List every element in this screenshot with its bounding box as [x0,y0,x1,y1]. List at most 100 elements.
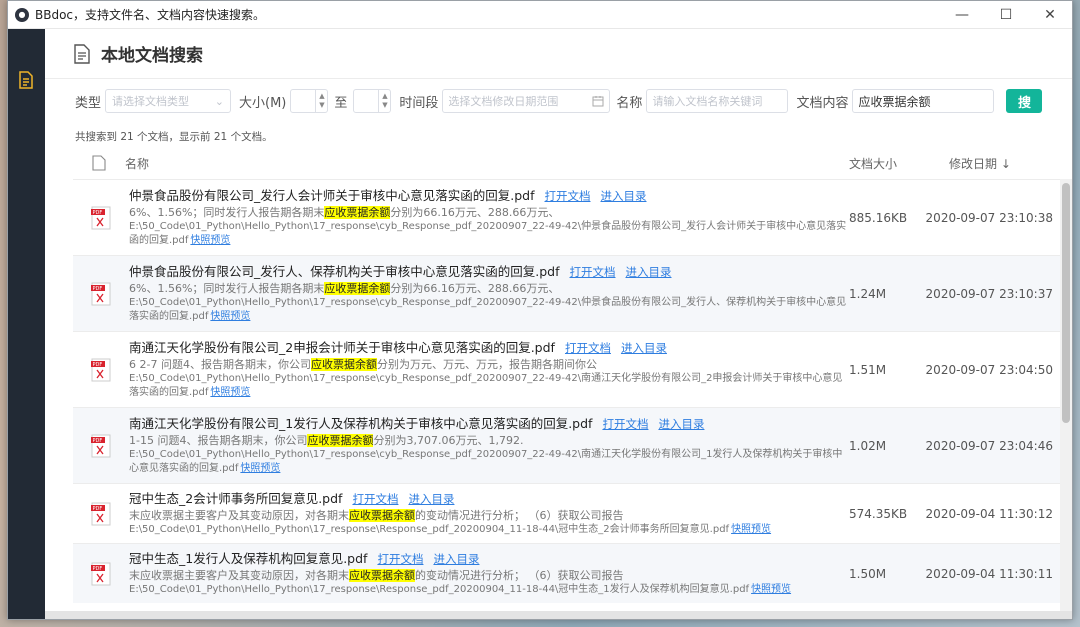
svg-text:PDF: PDF [93,362,103,368]
window-title: BBdoc，支持文件名、文档内容快速搜索。 [35,8,266,22]
snapshot-preview-link[interactable]: 快照预览 [210,311,250,322]
minimize-button[interactable]: — [940,1,984,29]
open-directory-link[interactable]: 进入目录 [433,552,479,566]
document-icon[interactable] [18,71,34,89]
svg-text:PDF: PDF [93,506,103,512]
modified-date: 2020-09-07 23:10:38 [925,210,1053,225]
date-range-input[interactable]: 选择文档修改日期范围 [442,89,611,113]
file-name: 仲景食品股份有限公司_发行人会计师关于审核中心意见落实函的回复.pdf [129,188,535,203]
snippet-highlight: 应收票据余额 [349,569,415,582]
app-logo-icon: ● [15,7,29,22]
size-min-stepper[interactable]: ▲ ▼ [290,89,329,113]
sidebar [8,29,45,619]
results-table: PDF 仲景食品股份有限公司_发行人会计师关于审核中心意见落实函的回复.pdf 打… [73,179,1061,603]
file-path: E:\50_Code\01_Python\Hello_Python\17_res… [129,584,750,595]
open-directory-link[interactable]: 进入目录 [621,341,667,355]
pdf-icon: PDF [91,206,111,229]
file-name: 冠中生态_2会计师事务所回复意见.pdf [129,491,343,506]
size-max-stepper[interactable]: ▲ ▼ [353,89,392,113]
content-search-input[interactable]: 应收票据余额 [852,89,995,113]
open-directory-link[interactable]: 进入目录 [408,492,454,506]
snippet-highlight: 应收票据余额 [307,434,374,447]
svg-text:PDF: PDF [93,286,103,292]
table-header: 名称 文档大小 修改日期 ↓ [73,147,1061,179]
snippet-highlight: 应收票据余额 [349,509,415,522]
snippet-suffix: 分别为66.16万元、288.66万元、 [390,282,560,295]
svg-text:PDF: PDF [93,210,103,216]
open-directory-link[interactable]: 进入目录 [626,265,672,279]
result-summary: 共搜索到 21 个文档，显示前 21 个文档。 [75,131,273,143]
snippet-suffix: 分别为66.16万元、288.66万元、 [390,206,560,219]
vertical-scrollbar[interactable] [1060,179,1072,619]
file-size: 1.24M [849,286,887,301]
file-name: 冠中生态_1发行人及保荐机构回复意见.pdf [129,551,368,566]
file-path: E:\50_Code\01_Python\Hello_Python\17_res… [129,221,847,246]
open-document-link[interactable]: 打开文档 [570,265,616,279]
snapshot-preview-link[interactable]: 快照预览 [731,524,771,535]
file-size: 574.35KB [849,506,908,521]
table-row: PDF 南通江天化学股份有限公司_2申报会计师关于审核中心意见落实函的回复.pd… [73,331,1061,407]
snapshot-preview-link[interactable]: 快照预览 [190,235,230,246]
col-name-header: 名称 [125,156,150,171]
snippet-highlight: 应收票据余额 [324,206,391,219]
snippet-suffix: 的变动情况进行分析； （6）获取公司报告 [415,509,624,522]
pdf-icon: PDF [91,562,111,585]
app-window: ● BBdoc，支持文件名、文档内容快速搜索。 — ☐ ✕ 本地文档搜索 类型 … [7,0,1073,620]
snippet-prefix: 6%、1.56%；同时发行人报告期各期末 [129,206,325,219]
open-document-link[interactable]: 打开文档 [602,417,648,431]
name-label: 名称 [616,95,643,111]
maximize-button[interactable]: ☐ [984,1,1028,29]
file-icon [74,43,90,64]
pdf-icon: PDF [91,358,111,381]
title-bar: ● BBdoc，支持文件名、文档内容快速搜索。 — ☐ ✕ [8,1,1072,29]
file-name: 南通江天化学股份有限公司_2申报会计师关于审核中心意见落实函的回复.pdf [129,340,555,355]
snippet-suffix: 分别为万元、万元、万元，报告期各期间你公 [376,358,597,371]
file-name: 南通江天化学股份有限公司_1发行人及保荐机构关于审核中心意见落实函的回复.pdf [129,416,593,431]
modified-date: 2020-09-04 11:30:12 [925,506,1053,521]
name-search-input[interactable]: 请输入文档名称关键词 [646,89,789,113]
modified-date: 2020-09-07 23:04:50 [925,362,1053,377]
table-row: PDF 仲景食品股份有限公司_发行人会计师关于审核中心意见落实函的回复.pdf 打… [73,179,1061,255]
file-size: 1.02M [849,438,887,453]
type-select[interactable]: 请选择文档类型 ⌄ [105,89,232,113]
period-label: 时间段 [399,95,439,111]
snippet-suffix: 的变动情况进行分析； （6）获取公司报告 [415,569,624,582]
open-document-link[interactable]: 打开文档 [545,189,591,203]
page-title: 本地文档搜索 [101,46,203,66]
snapshot-preview-link[interactable]: 快照预览 [751,584,791,595]
open-document-link[interactable]: 打开文档 [377,552,423,566]
table-row: PDF 南通江天化学股份有限公司_1发行人及保荐机构关于审核中心意见落实函的回复… [73,407,1061,483]
pdf-icon: PDF [91,502,111,525]
scrollbar-thumb[interactable] [1062,183,1070,423]
close-button[interactable]: ✕ [1028,1,1072,29]
content-label: 文档内容 [796,95,849,111]
svg-text:PDF: PDF [93,566,103,572]
snippet-prefix: 末应收票据主要客户及其变动原因，对各期末 [129,569,349,582]
table-row: PDF 仲景食品股份有限公司_发行人、保荐机构关于审核中心意见落实函的回复.pd… [73,255,1061,331]
search-button[interactable]: 搜 [1006,89,1043,113]
snapshot-preview-link[interactable]: 快照预览 [240,463,280,474]
file-type-icon [92,155,106,171]
file-path: E:\50_Code\01_Python\Hello_Python\17_res… [129,524,730,535]
stepper-arrows-icon[interactable]: ▲ ▼ [315,90,327,112]
snippet-prefix: 1-15 问题4、报告期各期末，你公司 [129,434,308,447]
stepper-arrows-icon[interactable]: ▲ ▼ [378,90,390,112]
open-document-link[interactable]: 打开文档 [352,492,398,506]
file-path: E:\50_Code\01_Python\Hello_Python\17_res… [129,449,843,474]
chevron-down-icon: ⌄ [214,94,225,108]
horizontal-scrollbar[interactable] [45,611,1072,619]
snapshot-preview-link[interactable]: 快照预览 [210,387,250,398]
type-label: 类型 [75,95,102,111]
modified-date: 2020-09-07 23:04:46 [925,438,1053,453]
snippet-prefix: 6 2-7 问题4、报告期各期末，你公司 [129,358,311,371]
filter-bar: 类型 请选择文档类型 ⌄ 大小(M) ▲ ▼ 至 ▲ ▼ 时间段 选择文档修改日期范… [75,89,1043,113]
col-size-header[interactable]: 文档大小 [849,155,919,172]
table-row: PDF 冠中生态_2会计师事务所回复意见.pdf 打开文档 进入目录 末应收票据主要… [73,483,1061,543]
pdf-icon: PDF [91,434,111,457]
open-directory-link[interactable]: 进入目录 [658,417,704,431]
modified-date: 2020-09-04 11:30:11 [925,566,1053,581]
open-document-link[interactable]: 打开文档 [565,341,611,355]
col-date-header[interactable]: 修改日期 ↓ [919,155,1061,172]
snippet-highlight: 应收票据余额 [324,282,391,295]
open-directory-link[interactable]: 进入目录 [601,189,647,203]
